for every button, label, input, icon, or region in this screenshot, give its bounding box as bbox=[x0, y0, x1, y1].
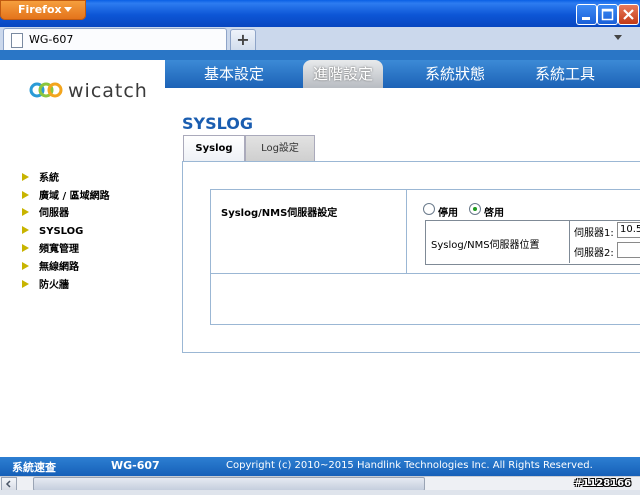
page-title: SYSLOG bbox=[182, 114, 253, 133]
sidebar-item-label: 系統 bbox=[39, 173, 59, 184]
triangle-bullet-icon bbox=[22, 280, 29, 288]
footer-brand: 系統速查 bbox=[12, 461, 56, 474]
triangle-bullet-icon bbox=[22, 244, 29, 252]
window-titlebar bbox=[0, 0, 640, 27]
new-tab-button[interactable]: + bbox=[230, 29, 256, 51]
nav-advanced-settings[interactable]: 進階設定 bbox=[303, 60, 383, 88]
enable-radio[interactable] bbox=[469, 203, 481, 215]
triangle-bullet-icon bbox=[22, 226, 29, 234]
firefox-menu-button[interactable]: Firefox bbox=[0, 0, 86, 20]
minimize-icon bbox=[582, 17, 590, 20]
triangle-bullet-icon bbox=[22, 262, 29, 270]
header-band bbox=[0, 50, 640, 60]
chevron-left-icon bbox=[5, 480, 11, 488]
firefox-menu-label: Firefox bbox=[18, 3, 62, 16]
server-box-divider bbox=[569, 221, 570, 263]
nav-basic-settings[interactable]: 基本設定 bbox=[184, 60, 284, 88]
server1-input[interactable]: 10.5 bbox=[617, 222, 640, 238]
sidebar-item-label: SYSLOG bbox=[39, 226, 84, 237]
sidebar-item-label: 廣域 / 區域網路 bbox=[39, 191, 110, 202]
minimize-button[interactable] bbox=[576, 4, 597, 25]
sidebar-item-label: 防火牆 bbox=[39, 280, 69, 291]
chevron-down-icon bbox=[64, 7, 72, 12]
triangle-bullet-icon bbox=[22, 191, 29, 199]
maximize-icon bbox=[601, 8, 614, 21]
sidebar-item-label: 無線網路 bbox=[39, 262, 79, 273]
nav-system-status[interactable]: 系統狀態 bbox=[405, 60, 505, 88]
subtab-log-settings[interactable]: Log設定 bbox=[245, 135, 315, 161]
scrollbar-thumb[interactable] bbox=[33, 477, 425, 491]
close-icon bbox=[623, 9, 634, 20]
server-location-label: Syslog/NMS伺服器位置 bbox=[431, 240, 540, 251]
triangle-bullet-icon bbox=[22, 173, 29, 181]
subtab-syslog[interactable]: Syslog bbox=[183, 135, 245, 161]
close-button[interactable] bbox=[618, 4, 639, 25]
triangle-bullet-icon bbox=[22, 208, 29, 216]
logo-text: wicatch bbox=[68, 80, 148, 102]
scroll-left-button[interactable] bbox=[1, 477, 17, 491]
syslog-nms-label: Syslog/NMS伺服器設定 bbox=[221, 208, 338, 219]
sidebar-item-label: 伺服器 bbox=[39, 208, 69, 219]
watermark: #1128166 bbox=[574, 478, 632, 489]
disable-radio[interactable] bbox=[423, 203, 435, 215]
server2-input[interactable] bbox=[617, 242, 640, 258]
column-divider bbox=[406, 190, 407, 273]
logo-icon bbox=[29, 82, 63, 98]
row-divider bbox=[210, 273, 640, 274]
server2-label: 伺服器2: bbox=[574, 248, 614, 259]
browser-tab-title: WG-607 bbox=[29, 33, 74, 46]
sidebar-item-label: 頻寬管理 bbox=[39, 244, 79, 255]
status-bar bbox=[0, 490, 640, 495]
browser-tab[interactable]: WG-607 bbox=[3, 28, 227, 51]
enable-label: 啓用 bbox=[484, 208, 504, 219]
tab-list-chevron-icon[interactable] bbox=[614, 35, 622, 40]
page-icon bbox=[11, 33, 23, 48]
nav-system-tools[interactable]: 系統工具 bbox=[515, 60, 615, 88]
disable-label: 停用 bbox=[438, 208, 458, 219]
maximize-button[interactable] bbox=[597, 4, 618, 25]
footer-copyright: Copyright (c) 2010~2015 Handlink Technol… bbox=[226, 460, 593, 471]
footer-model: WG-607 bbox=[111, 459, 160, 472]
server1-label: 伺服器1: bbox=[574, 228, 614, 239]
